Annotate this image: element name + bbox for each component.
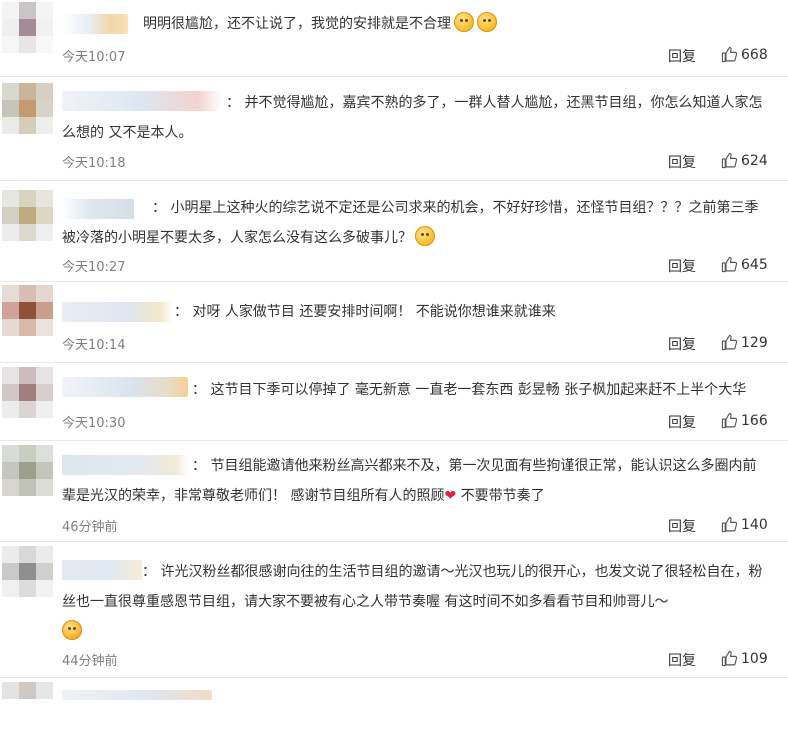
comment-text: ： 小明星上这种火的综艺说不定还是公司求来的机会，不好好珍惜，还怪节目组？？？之… — [62, 200, 759, 246]
like-count: 166 — [741, 412, 768, 429]
comment-time: 今天10:14 — [62, 338, 126, 353]
avatar[interactable] — [2, 285, 53, 336]
comment-time: 46分钟前 — [62, 520, 118, 535]
comment-item: ： 并不觉得尴尬，嘉宾不熟的多了，一群人替人尴尬，还黑节目组，你怎么知道人家怎么… — [0, 77, 788, 181]
comment-item: ： 节目组能邀请他来粉丝高兴都来不及，第一次见面有些拘谨很正常，能认识这么多圈内… — [0, 441, 788, 542]
reply-button[interactable]: 回复 — [668, 334, 696, 354]
like-count: 624 — [741, 152, 768, 169]
blush-face-emoji-icon — [62, 620, 82, 640]
comment-text: ： 这节目下季可以停掉了 毫无新意 一直老一套东西 彭昱畅 张子枫加起来赶不上半… — [192, 382, 747, 398]
thumbs-up-icon — [721, 650, 738, 667]
like-button[interactable]: 166 — [721, 412, 768, 429]
comment-time: 44分钟前 — [62, 654, 118, 669]
username[interactable] — [62, 302, 172, 322]
like-button[interactable]: 129 — [721, 334, 768, 351]
username[interactable] — [62, 14, 128, 34]
avatar[interactable] — [2, 190, 53, 241]
like-count: 140 — [741, 516, 768, 533]
reply-button[interactable]: 回复 — [668, 650, 696, 670]
thumbs-up-icon — [721, 46, 738, 63]
comment-text: ： 对呀 人家做节目 还要安排时间啊！ 不能说你想谁来就谁来 — [174, 304, 556, 320]
comment-item: 明明很尴尬，还不让说了，我觉的安排就是不合理 今天10:07 回复 668 — [0, 0, 788, 77]
comment-text: ： 并不觉得尴尬，嘉宾不熟的多了，一群人替人尴尬，还黑节目组，你怎么知道人家怎么… — [62, 95, 763, 141]
reply-button[interactable]: 回复 — [668, 412, 696, 432]
like-button[interactable]: 624 — [721, 152, 768, 169]
like-button[interactable]: 645 — [721, 256, 768, 273]
like-count: 645 — [741, 256, 768, 273]
reply-button[interactable]: 回复 — [668, 152, 696, 172]
smile-face-emoji-icon — [415, 226, 435, 246]
shush-face-emoji-icon — [477, 12, 497, 32]
thumbs-up-icon — [721, 256, 738, 273]
avatar[interactable] — [2, 2, 53, 53]
comment-item: ： 对呀 人家做节目 还要安排时间啊！ 不能说你想谁来就谁来 今天10:14 回… — [0, 282, 788, 363]
comment-item: ： 小明星上这种火的综艺说不定还是公司求来的机会，不好好珍惜，还怪节目组？？？之… — [0, 181, 788, 282]
shush-face-emoji-icon — [454, 12, 474, 32]
avatar[interactable] — [2, 83, 53, 134]
comment-time: 今天10:30 — [62, 416, 126, 431]
avatar[interactable] — [2, 445, 53, 496]
comment-text: ： 节目组能邀请他来粉丝高兴都来不及，第一次见面有些拘谨很正常，能认识这么多圈内… — [62, 458, 757, 504]
reply-button[interactable]: 回复 — [668, 516, 696, 536]
thumbs-up-icon — [721, 516, 738, 533]
comment-text: ： 许光汉粉丝都很感谢向往的生活节目组的邀请～光汉也玩儿的很开心，也发文说了很轻… — [62, 557, 766, 647]
username[interactable] — [62, 377, 188, 397]
like-button[interactable]: 109 — [721, 650, 768, 667]
heart-emoji-icon: ❤ — [444, 488, 457, 504]
like-count: 109 — [741, 650, 768, 667]
like-button[interactable]: 140 — [721, 516, 768, 533]
comment-time: 今天10:27 — [62, 260, 126, 275]
comment-time: 今天10:18 — [62, 156, 126, 171]
username[interactable] — [62, 690, 212, 700]
thumbs-up-icon — [721, 334, 738, 351]
comment-item-partial — [0, 678, 788, 700]
comment-text: 明明很尴尬，还不让说了，我觉的安排就是不合理 — [143, 9, 766, 39]
comment-item: ： 许光汉粉丝都很感谢向往的生活节目组的邀请～光汉也玩儿的很开心，也发文说了很轻… — [0, 542, 788, 678]
avatar[interactable] — [2, 682, 53, 733]
reply-button[interactable]: 回复 — [668, 256, 696, 276]
like-button[interactable]: 668 — [721, 46, 768, 63]
comment-time: 今天10:07 — [62, 50, 126, 65]
reply-button[interactable]: 回复 — [668, 46, 696, 66]
thumbs-up-icon — [721, 412, 738, 429]
like-count: 668 — [741, 46, 768, 63]
avatar[interactable] — [2, 367, 53, 418]
thumbs-up-icon — [721, 152, 738, 169]
comment-item: ： 这节目下季可以停掉了 毫无新意 一直老一套东西 彭昱畅 张子枫加起来赶不上半… — [0, 363, 788, 441]
avatar[interactable] — [2, 546, 53, 597]
like-count: 129 — [741, 334, 768, 351]
